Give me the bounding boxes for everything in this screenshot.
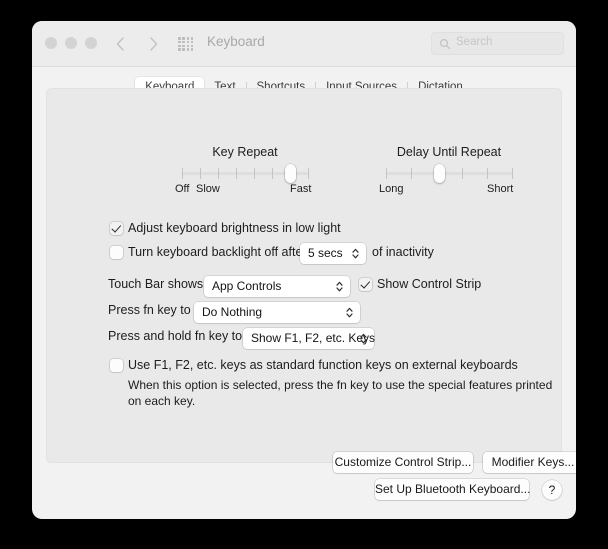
touch-bar-shows-label: Touch Bar shows xyxy=(108,277,203,291)
backlight-delay-popup[interactable]: 5 secs xyxy=(300,243,366,264)
slider-tick xyxy=(411,168,412,179)
standard-function-keys-label: Use F1, F2, etc. keys as standard functi… xyxy=(128,358,518,372)
delay-until-repeat-title: Delay Until Repeat xyxy=(366,145,532,159)
setup-bluetooth-keyboard-button[interactable]: Set Up Bluetooth Keyboard... xyxy=(375,479,529,500)
slider-tick xyxy=(272,168,273,179)
delay-long-label: Long xyxy=(379,183,403,195)
adjust-brightness-label: Adjust keyboard brightness in low light xyxy=(128,221,341,235)
slider-tick xyxy=(512,168,513,179)
back-chevron-icon[interactable] xyxy=(112,34,130,54)
modifier-keys-button[interactable]: Modifier Keys... xyxy=(483,452,576,473)
forward-chevron-icon[interactable] xyxy=(144,34,162,54)
touch-bar-shows-popup[interactable]: App Controls xyxy=(204,276,350,297)
key-repeat-slider[interactable] xyxy=(182,172,308,175)
search-icon xyxy=(439,37,451,49)
chevron-updown-icon xyxy=(345,306,354,319)
standard-function-keys-help: When this option is selected, press the … xyxy=(128,377,558,409)
slider-tick xyxy=(182,168,183,179)
keyboard-preferences-window: Keyboard Search Keyboard Text Shortcuts … xyxy=(32,21,576,519)
key-repeat-slider-knob[interactable] xyxy=(285,164,296,183)
delay-short-label: Short xyxy=(487,183,513,195)
slider-tick xyxy=(462,168,463,179)
show-control-strip-label: Show Control Strip xyxy=(377,277,481,291)
minimize-button[interactable] xyxy=(65,37,77,49)
standard-function-keys-checkbox[interactable] xyxy=(110,359,123,372)
slider-tick xyxy=(236,168,237,179)
slider-tick xyxy=(200,168,201,179)
chevron-updown-icon xyxy=(335,280,344,293)
backlight-delay-value: 5 secs xyxy=(308,246,343,260)
page-title: Keyboard xyxy=(207,34,265,49)
show-control-strip-checkbox[interactable] xyxy=(359,278,372,291)
window-titlebar: Keyboard Search xyxy=(32,21,576,67)
key-repeat-off-label: Off xyxy=(175,183,189,195)
chevron-updown-icon xyxy=(359,332,368,345)
chevron-updown-icon xyxy=(351,247,360,260)
press-fn-value: Do Nothing xyxy=(202,305,262,319)
keyboard-settings-panel: Key Repeat Off Slow Fast Delay Until Rep… xyxy=(46,88,562,463)
delay-until-repeat-slider[interactable] xyxy=(386,172,512,175)
slider-tick xyxy=(386,168,387,179)
press-fn-label: Press fn key to xyxy=(108,303,191,317)
key-repeat-fast-label: Fast xyxy=(290,183,311,195)
zoom-button[interactable] xyxy=(85,37,97,49)
slider-tick xyxy=(487,168,488,179)
backlight-off-label: Turn keyboard backlight off after xyxy=(128,245,307,259)
press-fn-popup[interactable]: Do Nothing xyxy=(194,302,360,323)
show-all-grid-icon[interactable] xyxy=(178,37,194,51)
customize-control-strip-button[interactable]: Customize Control Strip... xyxy=(333,452,473,473)
delay-until-repeat-slider-knob[interactable] xyxy=(434,164,445,183)
key-repeat-slow-label: Slow xyxy=(196,183,220,195)
adjust-brightness-checkbox[interactable] xyxy=(110,222,123,235)
touch-bar-shows-value: App Controls xyxy=(212,279,281,293)
press-hold-fn-label: Press and hold fn key to xyxy=(108,329,242,343)
key-repeat-title: Key Repeat xyxy=(162,145,328,159)
search-input[interactable]: Search xyxy=(431,32,564,55)
press-hold-fn-popup[interactable]: Show F1, F2, etc. Keys xyxy=(243,328,374,349)
help-button[interactable]: ? xyxy=(542,480,562,500)
slider-tick xyxy=(308,168,309,179)
press-hold-fn-value: Show F1, F2, etc. Keys xyxy=(251,331,375,345)
slider-tick xyxy=(254,168,255,179)
backlight-off-suffix: of inactivity xyxy=(372,245,434,259)
close-button[interactable] xyxy=(45,37,57,49)
search-placeholder: Search xyxy=(456,36,492,48)
backlight-off-checkbox[interactable] xyxy=(110,246,123,259)
slider-tick xyxy=(218,168,219,179)
